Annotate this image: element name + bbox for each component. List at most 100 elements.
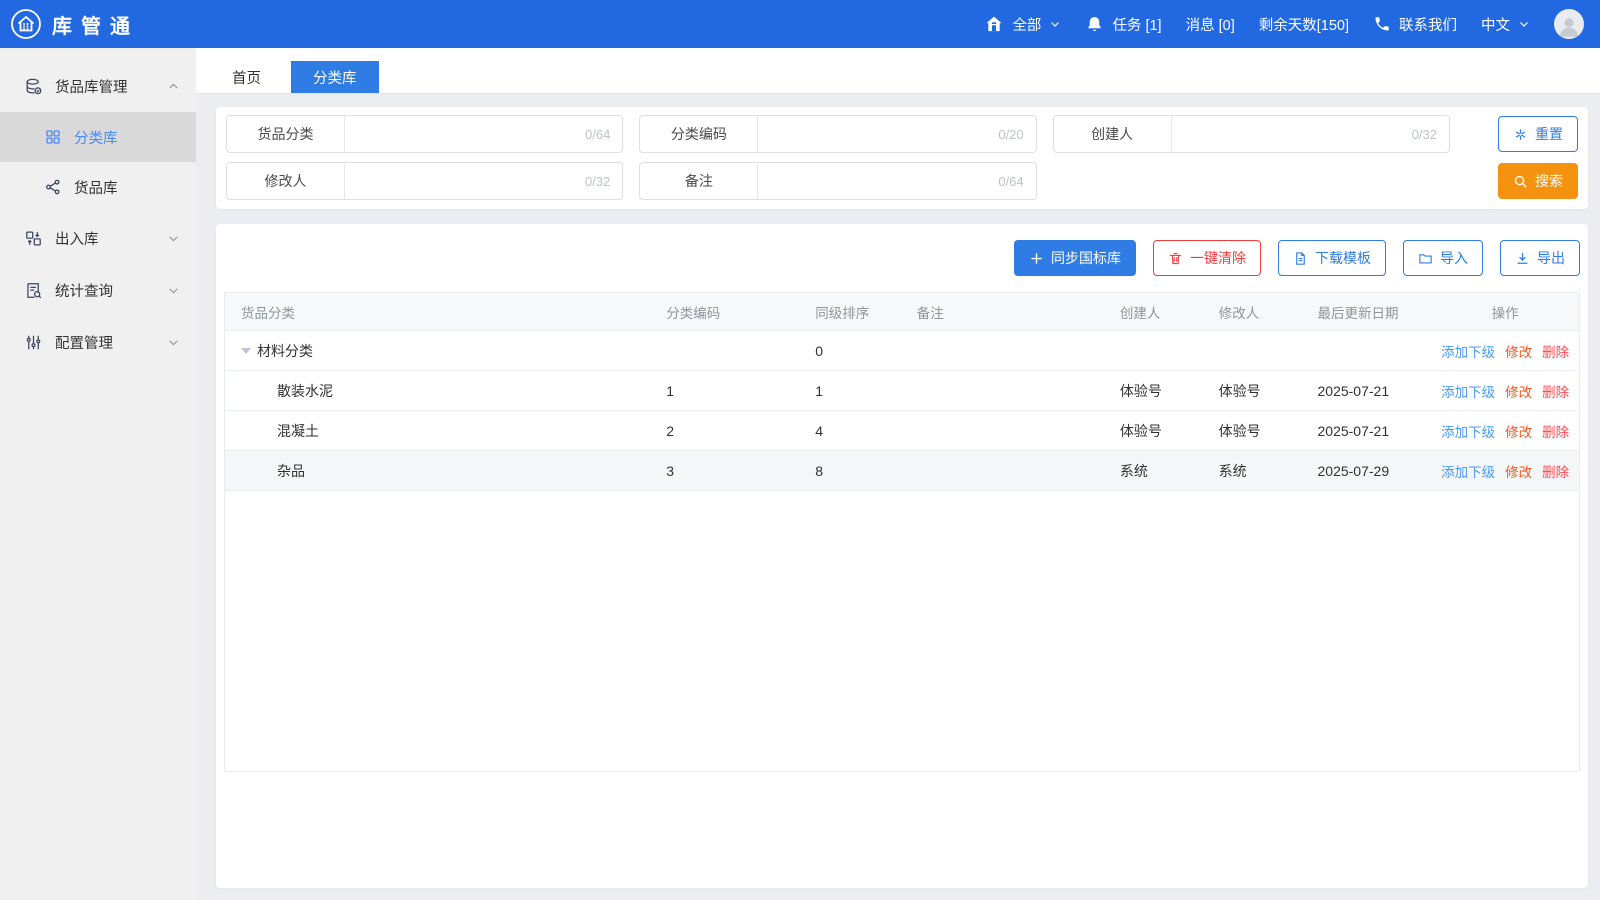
notifications[interactable]: 任务 [1] xyxy=(1085,14,1161,35)
export-label: 导出 xyxy=(1537,248,1565,268)
import-label: 导入 xyxy=(1440,248,1468,268)
remark-input[interactable] xyxy=(758,163,998,199)
sidebar-item-in-out-warehouse[interactable]: 出入库 xyxy=(0,212,196,264)
content-area: 货品分类 0/64 分类编码 0/20 创建人 0/32 xyxy=(196,94,1600,900)
import-button[interactable]: 导入 xyxy=(1403,240,1483,276)
field-category-code: 分类编码 0/20 xyxy=(639,115,1036,153)
table-body: 材料分类 0 添加下级 修改 删除 散装水泥 1 1 体验号 体验号 2025-… xyxy=(225,331,1579,491)
app-logo: 库管通 xyxy=(10,8,139,40)
language-selector[interactable]: 中文 xyxy=(1481,14,1530,35)
search-panel: 货品分类 0/64 分类编码 0/20 创建人 0/32 xyxy=(216,107,1588,209)
sidebar-item-label: 统计查询 xyxy=(55,280,155,301)
category-name-cell: 混凝土 xyxy=(225,421,658,441)
field-label: 修改人 xyxy=(227,163,345,199)
sibling-order-cell: 4 xyxy=(807,423,909,439)
category-name: 材料分类 xyxy=(257,341,313,361)
logo-house-icon xyxy=(10,8,42,40)
edit-link[interactable]: 修改 xyxy=(1505,341,1532,361)
delete-link[interactable]: 删除 xyxy=(1542,381,1569,401)
creator-cell: 系统 xyxy=(1112,461,1211,481)
char-counter: 0/20 xyxy=(998,116,1035,152)
col-category-code: 分类编码 xyxy=(658,302,807,322)
sidebar-item-inventory-mgmt[interactable]: 货品库管理 xyxy=(0,60,196,112)
add-child-link[interactable]: 添加下级 xyxy=(1441,381,1495,401)
sidebar-item-config-mgmt[interactable]: 配置管理 xyxy=(0,316,196,368)
user-avatar[interactable] xyxy=(1554,9,1584,39)
row-actions: 添加下级 修改 删除 xyxy=(1431,421,1579,441)
edit-link[interactable]: 修改 xyxy=(1505,381,1532,401)
plus-icon xyxy=(1029,251,1044,266)
scope-selector[interactable]: 全部 xyxy=(984,14,1061,35)
modifier-input[interactable] xyxy=(345,163,585,199)
field-label: 货品分类 xyxy=(227,116,345,152)
category-code-cell: 3 xyxy=(658,463,807,479)
reset-icon xyxy=(1513,127,1528,142)
download-template-button[interactable]: 下载模板 xyxy=(1278,240,1386,276)
sidebar-item-goods-library[interactable]: 货品库 xyxy=(0,162,196,212)
home-icon xyxy=(984,14,1004,34)
category-code-input[interactable] xyxy=(758,116,998,152)
search-icon xyxy=(1513,174,1528,189)
tasks-label[interactable]: 任务 [1] xyxy=(1112,14,1161,35)
delete-link[interactable]: 删除 xyxy=(1542,341,1569,361)
phone-icon xyxy=(1373,15,1391,33)
row-actions: 添加下级 修改 删除 xyxy=(1431,341,1579,361)
trash-icon xyxy=(1168,251,1183,266)
app-title: 库管通 xyxy=(52,10,139,39)
sidebar-item-label: 货品库 xyxy=(74,177,118,198)
messages-label[interactable]: 消息 [0] xyxy=(1186,14,1235,35)
col-actions: 操作 xyxy=(1431,302,1579,322)
add-child-link[interactable]: 添加下级 xyxy=(1441,421,1495,441)
sibling-order-cell: 0 xyxy=(807,343,909,359)
search-label: 搜索 xyxy=(1535,171,1563,191)
search-button[interactable]: 搜索 xyxy=(1498,163,1578,199)
modifier-cell: 体验号 xyxy=(1211,421,1310,441)
download-icon xyxy=(1515,251,1530,266)
clear-all-button[interactable]: 一键清除 xyxy=(1153,240,1261,276)
export-button[interactable]: 导出 xyxy=(1500,240,1580,276)
sidebar-item-category-library[interactable]: 分类库 xyxy=(0,112,196,162)
reset-button[interactable]: 重置 xyxy=(1498,116,1578,152)
tab-bar: 首页 分类库 xyxy=(196,48,1600,94)
creator-cell: 体验号 xyxy=(1112,421,1211,441)
chevron-down-icon xyxy=(167,284,180,297)
row-actions: 添加下级 修改 删除 xyxy=(1431,381,1579,401)
tree-caret-icon[interactable] xyxy=(241,348,251,354)
creator-input[interactable] xyxy=(1172,116,1412,152)
col-sibling-order: 同级排序 xyxy=(807,302,909,322)
share-icon xyxy=(44,178,62,196)
tab-home[interactable]: 首页 xyxy=(210,61,283,93)
delete-link[interactable]: 删除 xyxy=(1542,421,1569,441)
contact-us[interactable]: 联系我们 xyxy=(1373,14,1457,35)
contact-label: 联系我们 xyxy=(1399,14,1457,35)
tab-category-library[interactable]: 分类库 xyxy=(291,61,379,93)
goods-category-input[interactable] xyxy=(345,116,585,152)
grid-icon xyxy=(44,128,62,146)
char-counter: 0/32 xyxy=(1412,116,1449,152)
modifier-cell: 体验号 xyxy=(1211,381,1310,401)
col-creator: 创建人 xyxy=(1112,302,1211,322)
edit-link[interactable]: 修改 xyxy=(1505,461,1532,481)
language-label: 中文 xyxy=(1481,14,1510,35)
last-updated-cell: 2025-07-29 xyxy=(1310,463,1432,479)
sidebar-item-statistics-query[interactable]: 统计查询 xyxy=(0,264,196,316)
col-remark: 备注 xyxy=(909,302,1112,322)
edit-link[interactable]: 修改 xyxy=(1505,421,1532,441)
reset-label: 重置 xyxy=(1535,124,1563,144)
table-row: 混凝土 2 4 体验号 体验号 2025-07-21 添加下级 修改 删除 xyxy=(225,411,1579,451)
category-name-cell: 散装水泥 xyxy=(225,381,658,401)
stats-icon xyxy=(24,281,43,300)
char-counter: 0/64 xyxy=(585,116,622,152)
add-child-link[interactable]: 添加下级 xyxy=(1441,341,1495,361)
add-child-link[interactable]: 添加下级 xyxy=(1441,461,1495,481)
category-name-cell: 材料分类 xyxy=(225,341,658,361)
sidebar-item-label: 分类库 xyxy=(74,127,118,148)
sync-national-standard-button[interactable]: 同步国标库 xyxy=(1014,240,1136,276)
delete-link[interactable]: 删除 xyxy=(1542,461,1569,481)
row-actions: 添加下级 修改 删除 xyxy=(1431,461,1579,481)
modifier-cell: 系统 xyxy=(1211,461,1310,481)
field-label: 创建人 xyxy=(1054,116,1172,152)
folder-icon xyxy=(1418,251,1433,266)
creator-cell: 体验号 xyxy=(1112,381,1211,401)
chevron-down-icon xyxy=(1049,18,1061,30)
